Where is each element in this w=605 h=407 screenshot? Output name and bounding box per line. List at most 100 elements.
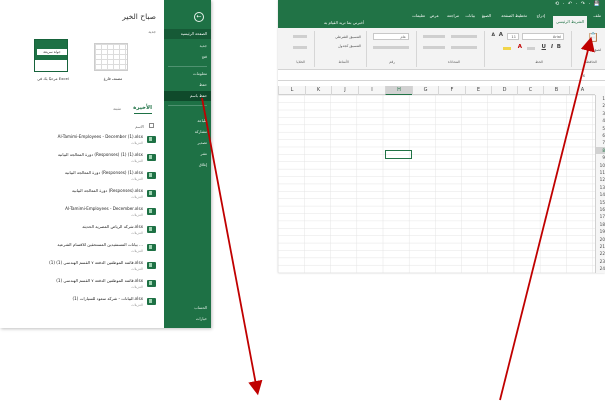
align-center-icons[interactable] xyxy=(451,46,477,49)
row-header[interactable]: 10 xyxy=(596,162,605,169)
row-header[interactable]: 4 xyxy=(596,117,605,124)
row-header[interactable]: 12 xyxy=(596,176,605,183)
font-name-dropdown[interactable]: Arial xyxy=(522,33,564,40)
nav-options[interactable]: خيارات xyxy=(164,314,211,324)
tab-recent[interactable]: الأخيرة xyxy=(133,105,152,111)
increase-font-icon[interactable]: A xyxy=(499,32,503,38)
row-header[interactable]: 14 xyxy=(596,191,605,198)
borders-icon[interactable] xyxy=(527,47,535,50)
column-header[interactable]: I xyxy=(358,86,385,95)
column-header[interactable]: E xyxy=(465,86,491,95)
row-header[interactable]: 17 xyxy=(596,213,605,220)
quick-access-toolbar[interactable]: ⟲ · ↶ · ↷ · 💾 xyxy=(555,1,601,7)
format-as-table-button[interactable]: التنسيق كجدول xyxy=(338,44,361,48)
decrease-font-icon[interactable]: A xyxy=(492,33,495,38)
recent-file-row[interactable]: دورة المعالجة البيانية (Responses) (1) (… xyxy=(4,151,156,166)
tab-insert[interactable]: إدراج xyxy=(536,13,545,18)
row-header[interactable]: 22 xyxy=(596,250,605,257)
row-header[interactable]: 7 xyxy=(596,139,605,146)
recent-file-row[interactable]: قائمة الموظفين الدفعة ٧ القسم الهندسي (1… xyxy=(4,277,156,292)
row-header[interactable]: 16 xyxy=(596,206,605,213)
row-header[interactable]: 20 xyxy=(596,236,605,243)
nav-export[interactable]: تصدير xyxy=(164,138,211,148)
recent-file-row[interactable]: قائمة الموظفين الدفعة ٧ القسم الهندسي (1… xyxy=(4,259,156,274)
column-header[interactable]: L xyxy=(278,86,305,95)
tab-file[interactable]: ملف xyxy=(593,13,601,18)
row-header[interactable]: 3 xyxy=(596,110,605,117)
row-header[interactable]: 24 xyxy=(596,265,605,272)
cell-grid[interactable] xyxy=(278,95,595,273)
tab-page-layout[interactable]: تخطيط الصفحة xyxy=(501,13,527,18)
wrap-text-icon[interactable] xyxy=(423,35,445,38)
nav-open[interactable]: فتح xyxy=(164,52,211,62)
recent-file-row[interactable]: دورة المعالجة البيانية (Responses) (1).x… xyxy=(4,169,156,184)
font-color-icon[interactable]: A xyxy=(518,44,522,50)
row-header[interactable]: 23 xyxy=(596,258,605,265)
tab-home[interactable]: الشريط الرئيسي xyxy=(552,16,587,28)
welcome-template-thumb[interactable]: جولة سريعة xyxy=(34,39,68,72)
tab-help[interactable]: تعليمات xyxy=(412,13,425,18)
row-header[interactable]: 19 xyxy=(596,228,605,235)
row-header[interactable]: 18 xyxy=(596,221,605,228)
blank-workbook-thumb[interactable] xyxy=(94,43,128,71)
column-header[interactable]: A xyxy=(569,86,595,95)
recent-file-row[interactable]: البيانات - شركة سعود للسيارات (1).xlsx ال… xyxy=(4,295,156,310)
column-header[interactable]: F xyxy=(438,86,465,95)
tab-view[interactable]: عرض xyxy=(430,13,439,18)
formula-bar[interactable]: fx xyxy=(278,71,605,81)
nav-print[interactable]: طباعة xyxy=(164,116,211,126)
row-header-selected[interactable]: 8 xyxy=(596,146,605,155)
number-format-dropdown[interactable]: عام xyxy=(373,33,409,40)
row-header[interactable]: 21 xyxy=(596,243,605,250)
back-arrow-icon[interactable]: ← xyxy=(194,12,204,22)
active-cell[interactable] xyxy=(385,150,412,159)
row-header[interactable]: 2 xyxy=(596,102,605,109)
column-header[interactable]: B xyxy=(543,86,569,95)
column-header[interactable]: G xyxy=(412,86,438,95)
column-header-selected[interactable]: H xyxy=(385,86,412,95)
tab-formulas[interactable]: الصيغ xyxy=(482,13,491,18)
row-header[interactable]: 13 xyxy=(596,184,605,191)
recent-file-row[interactable]: شركة الرياض المصرية الحديثة.xlsx التنزيلا… xyxy=(4,223,156,238)
column-header[interactable]: K xyxy=(305,86,331,95)
row-header[interactable]: 9 xyxy=(596,154,605,161)
nav-publish[interactable]: نشر xyxy=(164,149,211,159)
row-header[interactable]: 1 xyxy=(596,95,605,102)
column-header[interactable]: J xyxy=(331,86,358,95)
row-header[interactable]: 11 xyxy=(596,169,605,176)
fx-icon[interactable]: fx xyxy=(581,73,585,78)
tab-review[interactable]: مراجعة xyxy=(447,13,459,18)
italic-button[interactable]: I xyxy=(551,44,553,50)
tab-pinned[interactable]: مثبتة xyxy=(113,106,121,111)
nav-account[interactable]: الحساب xyxy=(164,303,211,313)
delete-cells-icon[interactable] xyxy=(293,46,307,49)
paste-icon[interactable]: 📋 xyxy=(588,33,599,43)
recent-file-row[interactable]: بيانات المستفيدين المستحقين للاقسام الشر… xyxy=(4,241,156,256)
nav-new[interactable]: جديد xyxy=(164,41,211,51)
nav-home[interactable]: الصفحة الرئيسية xyxy=(164,29,211,39)
nav-info[interactable]: معلومات xyxy=(164,69,211,79)
conditional-formatting-button[interactable]: التنسيق الشرطي xyxy=(335,35,361,39)
fill-color-icon[interactable] xyxy=(503,47,511,50)
bold-button[interactable]: B xyxy=(557,44,561,50)
paste-label[interactable]: لصق xyxy=(594,48,601,52)
font-size-dropdown[interactable]: 11 xyxy=(507,33,519,40)
recent-file-row[interactable]: دورة المعالجة البيانية (Responses).xlsx ا… xyxy=(4,187,156,202)
recent-file-row[interactable]: Al-Tamimi-Employees - December.xlsx التنز… xyxy=(4,205,156,220)
insert-cells-icon[interactable] xyxy=(293,35,307,38)
select-all-corner[interactable] xyxy=(595,86,605,95)
nav-close[interactable]: إغلاق xyxy=(164,160,211,170)
number-format-icons[interactable] xyxy=(373,46,409,49)
merge-center-icon[interactable] xyxy=(423,46,445,49)
nav-save[interactable]: حفظ xyxy=(164,80,211,90)
column-header[interactable]: D xyxy=(491,86,517,95)
row-header[interactable]: 6 xyxy=(596,132,605,139)
recent-file-row[interactable]: Al-Tamimi-Employees - December (1).xlsx ا… xyxy=(4,133,156,148)
tell-me-search[interactable]: أخبرني بما تريد القيام به xyxy=(324,20,364,25)
row-header[interactable]: 5 xyxy=(596,125,605,132)
nav-share[interactable]: مشاركة xyxy=(164,127,211,137)
underline-button[interactable]: U xyxy=(542,44,546,50)
tab-data[interactable]: بيانات xyxy=(465,13,475,18)
align-top-icons[interactable] xyxy=(451,35,477,38)
row-header[interactable]: 15 xyxy=(596,199,605,206)
